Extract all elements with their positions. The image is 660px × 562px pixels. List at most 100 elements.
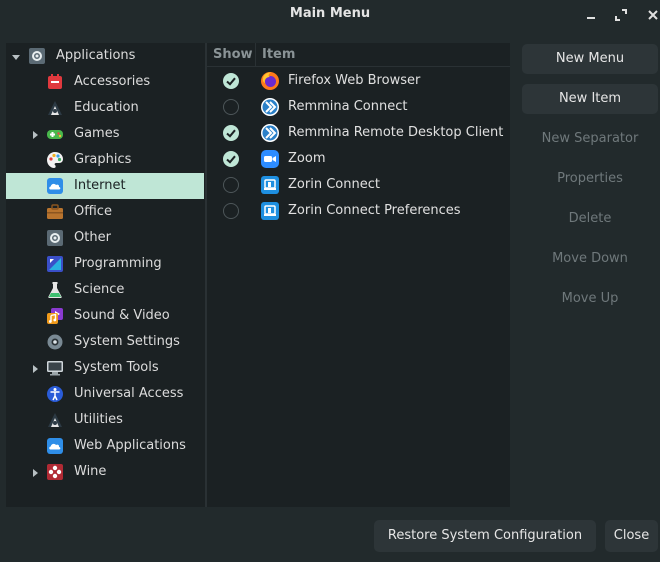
close-icon[interactable] [645,7,660,23]
web-applications-icon [46,437,64,455]
tree-item-label: Graphics [74,152,132,167]
tree-root-applications[interactable]: Applications [6,43,204,69]
tree-item-education[interactable]: Education [6,95,204,121]
item-label: Remmina Remote Desktop Client [288,125,504,140]
system-tools-icon [46,359,64,377]
tree-item-label: Programming [74,256,162,271]
chevron-right-icon[interactable] [30,467,40,477]
tree-item-accessories[interactable]: Accessories [6,69,204,95]
tree-item-label: Utilities [74,412,123,427]
list-item-zoom[interactable]: Zoom [207,146,510,172]
science-icon [46,281,64,299]
properties-button[interactable]: Properties [522,164,658,194]
show-checkbox[interactable] [223,177,239,193]
category-tree[interactable]: Applications Accessories Education Games [6,43,204,507]
tree-item-label: Other [74,230,111,245]
title-bar: Main Menu [0,0,660,30]
tree-item-label: Office [74,204,112,219]
zoom-icon [260,149,280,169]
education-icon [46,99,64,117]
list-header: Show Item [207,43,510,67]
window-title: Main Menu [289,6,371,21]
minimize-icon[interactable] [583,7,599,23]
list-item-remmina-connect[interactable]: Remmina Connect [207,94,510,120]
tree-item-sound-video[interactable]: Sound & Video [6,303,204,329]
remmina-icon [260,123,280,143]
firefox-icon [260,71,280,91]
applications-icon [28,47,46,65]
show-checkbox[interactable] [223,151,239,167]
tree-item-utilities[interactable]: Utilities [6,407,204,433]
tree-item-wine[interactable]: Wine [6,459,204,485]
delete-button[interactable]: Delete [522,204,658,234]
tree-item-label: System Tools [74,360,159,375]
item-label: Zorin Connect [288,177,380,192]
tree-root-label: Applications [56,48,136,63]
accessories-icon [46,73,64,91]
new-item-button[interactable]: New Item [522,84,658,114]
tree-item-other[interactable]: Other [6,225,204,251]
close-button[interactable]: Close [605,520,658,552]
sound-video-icon [46,307,64,325]
zorin-connect-icon [260,201,280,221]
tree-item-label: Universal Access [74,386,184,401]
tree-item-games[interactable]: Games [6,121,204,147]
show-checkbox[interactable] [223,73,239,89]
tree-item-internet[interactable]: Internet [6,173,204,199]
new-menu-button[interactable]: New Menu [522,44,658,74]
programming-icon [46,255,64,273]
column-header-show[interactable]: Show [213,47,253,62]
tree-item-label: Education [74,100,139,115]
tree-item-label: Wine [74,464,107,479]
utilities-icon [46,411,64,429]
tree-item-label: Science [74,282,125,297]
tree-item-system-settings[interactable]: System Settings [6,329,204,355]
remmina-icon [260,97,280,117]
tree-item-label: Sound & Video [74,308,170,323]
system-settings-icon [46,333,64,351]
games-icon [46,125,64,143]
show-checkbox[interactable] [223,99,239,115]
tree-item-science[interactable]: Science [6,277,204,303]
tree-item-label: Internet [74,178,126,193]
item-label: Remmina Connect [288,99,408,114]
item-label: Zorin Connect Preferences [288,203,461,218]
office-icon [46,203,64,221]
internet-icon [46,177,64,195]
tree-item-programming[interactable]: Programming [6,251,204,277]
tree-item-office[interactable]: Office [6,199,204,225]
item-label: Firefox Web Browser [288,73,421,88]
maximize-icon[interactable] [613,7,629,23]
chevron-down-icon[interactable] [11,51,21,61]
new-separator-button[interactable]: New Separator [522,124,658,154]
tree-item-label: Web Applications [74,438,186,453]
tree-item-system-tools[interactable]: System Tools [6,355,204,381]
tree-item-label: Games [74,126,120,141]
universal-access-icon [46,385,64,403]
tree-item-label: Accessories [74,74,151,89]
list-item-zorin-connect[interactable]: Zorin Connect [207,172,510,198]
list-item-zorin-connect-preferences[interactable]: Zorin Connect Preferences [207,198,510,224]
chevron-right-icon[interactable] [30,363,40,373]
move-up-button[interactable]: Move Up [522,284,658,314]
chevron-right-icon[interactable] [30,129,40,139]
graphics-icon [46,151,64,169]
main-panel: Applications Accessories Education Games [6,43,510,507]
other-icon [46,229,64,247]
show-checkbox[interactable] [223,125,239,141]
column-separator [255,43,256,67]
item-label: Zoom [288,151,326,166]
tree-item-graphics[interactable]: Graphics [6,147,204,173]
zorin-connect-icon [260,175,280,195]
tree-item-label: System Settings [74,334,180,349]
menu-items-list[interactable]: Show Item Firefox Web Browser Remmina Co… [207,43,510,507]
list-item-remmina-remote-desktop[interactable]: Remmina Remote Desktop Client [207,120,510,146]
column-header-item[interactable]: Item [262,47,295,62]
restore-system-configuration-button[interactable]: Restore System Configuration [374,520,596,552]
list-item-firefox[interactable]: Firefox Web Browser [207,68,510,94]
wine-icon [46,463,64,481]
tree-item-web-applications[interactable]: Web Applications [6,433,204,459]
show-checkbox[interactable] [223,203,239,219]
move-down-button[interactable]: Move Down [522,244,658,274]
tree-item-universal-access[interactable]: Universal Access [6,381,204,407]
